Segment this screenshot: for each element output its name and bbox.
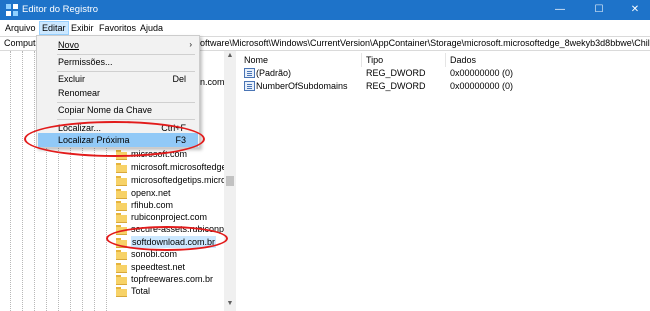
folder-icon <box>116 275 127 285</box>
value-data: 0x00000000 (0) <box>450 68 514 78</box>
registry-app-icon <box>6 4 18 16</box>
folder-icon <box>116 225 127 235</box>
menu-bar: Arquivo Editar Exibir Favoritos Ajuda <box>0 20 650 36</box>
list-row-numberofsubdomains[interactable]: NumberOfSubdomains REG_DWORD 0x00000000 … <box>240 80 650 93</box>
folder-icon <box>116 201 127 211</box>
menu-item-novo[interactable]: Novo › <box>38 38 198 52</box>
scroll-thumb[interactable] <box>226 176 234 186</box>
folder-icon <box>116 238 127 248</box>
submenu-arrow-icon: › <box>189 40 192 49</box>
title-bar: Editor do Registro — ☐ ✕ <box>0 0 650 20</box>
folder-icon <box>116 250 127 260</box>
address-path: oftware\Microsoft\Windows\CurrentVersion… <box>200 38 650 48</box>
folder-icon <box>116 263 127 273</box>
value-name: (Padrão) <box>256 68 292 78</box>
window-title: Editor do Registro <box>22 4 99 15</box>
tree-guide-line <box>22 51 23 311</box>
column-header-tipo[interactable]: Tipo <box>362 53 446 67</box>
scroll-down-arrow-icon[interactable]: ▼ <box>224 299 236 309</box>
folder-icon <box>116 150 127 160</box>
reg-binary-value-icon <box>244 68 255 78</box>
menu-favoritos[interactable]: Favoritos <box>97 21 138 35</box>
menu-separator <box>57 119 195 120</box>
menu-item-excluir[interactable]: Excluir Del <box>38 72 198 86</box>
reg-binary-value-icon <box>244 81 255 91</box>
list-row-padrao[interactable]: (Padrão) REG_DWORD 0x00000000 (0) <box>240 67 650 80</box>
column-header-nome[interactable]: Nome <box>240 53 362 67</box>
scroll-up-arrow-icon[interactable]: ▲ <box>224 51 236 61</box>
value-type: REG_DWORD <box>366 68 426 78</box>
maximize-button[interactable]: ☐ <box>581 0 617 20</box>
menu-arquivo[interactable]: Arquivo <box>3 21 38 35</box>
minimize-button[interactable]: — <box>542 0 578 20</box>
close-button[interactable]: ✕ <box>617 0 650 20</box>
folder-icon <box>116 287 127 297</box>
tree-guide-line <box>10 51 11 311</box>
tree-partial-text: n.com <box>200 77 225 87</box>
editar-dropdown-menu: Novo › Permissões... Excluir Del Renomea… <box>36 35 200 148</box>
menu-item-permissoes[interactable]: Permissões... <box>38 55 198 69</box>
values-list-pane[interactable]: Nome Tipo Dados (Padrão) REG_DWORD 0x000… <box>240 51 650 311</box>
folder-icon <box>116 176 127 186</box>
menu-exibir[interactable]: Exibir <box>69 21 96 35</box>
folder-icon <box>116 213 127 223</box>
menu-editar[interactable]: Editar <box>39 21 69 35</box>
menu-item-copiar-nome-da-chave[interactable]: Copiar Nome da Chave <box>38 103 198 117</box>
value-type: REG_DWORD <box>366 81 426 91</box>
value-name: NumberOfSubdomains <box>256 81 348 91</box>
tree-guide-line <box>34 51 35 311</box>
folder-icon <box>116 163 127 173</box>
folder-icon <box>116 189 127 199</box>
column-header-dados[interactable]: Dados <box>446 53 646 67</box>
menu-item-renomear[interactable]: Renomear <box>38 86 198 100</box>
value-data: 0x00000000 (0) <box>450 81 514 91</box>
menu-item-localizar-proxima[interactable]: Localizar Próxima F3 <box>38 133 198 147</box>
menu-ajuda[interactable]: Ajuda <box>138 21 165 35</box>
